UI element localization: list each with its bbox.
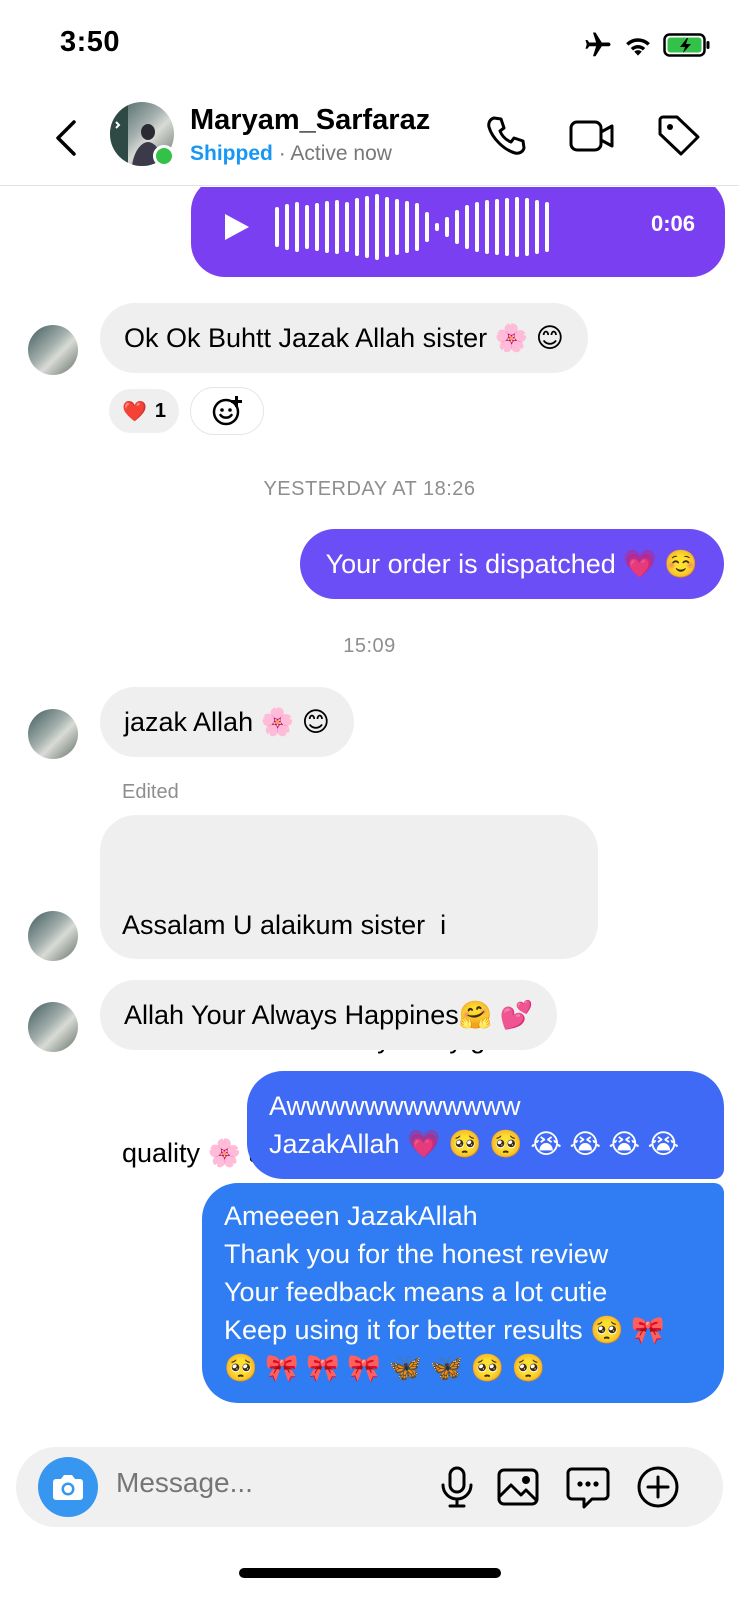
timestamp: 15:09 <box>343 635 396 657</box>
message-line: Ameeeen JazakAllah <box>224 1201 478 1231</box>
voice-message[interactable]: 0:06 <box>191 187 725 277</box>
status-bar: 3:50 <box>0 0 739 90</box>
message-line: Your feedback means a lot cutie <box>224 1277 608 1307</box>
phone-call-icon[interactable] <box>482 112 530 160</box>
battery-charging-icon <box>663 33 710 57</box>
incoming-message[interactable]: Assalam U alaikum sister i used face was… <box>100 815 598 1168</box>
message-line: Keep using it for better results 🥺 🎀 <box>224 1315 665 1345</box>
sender-avatar[interactable] <box>28 325 78 375</box>
incoming-message[interactable]: Allah Your Always Happines🤗 💕 <box>100 980 558 1050</box>
status-icons <box>583 30 711 60</box>
message-thread[interactable]: 0:06 Ok Ok Buhtt Jazak Allah sister 🌸 😊 … <box>0 187 739 1427</box>
video-call-icon[interactable] <box>568 112 616 160</box>
incoming-message[interactable]: jazak Allah 🌸 😊 <box>100 687 354 757</box>
reaction-emoji: ❤️ <box>121 400 147 423</box>
chat-header: Maryam_Sarfaraz Shipped · Active now <box>0 90 739 186</box>
presence-text: Active now <box>290 142 392 165</box>
contact-name[interactable]: Maryam_Sarfaraz <box>190 104 430 137</box>
add-reaction-icon <box>212 396 242 426</box>
status-time: 3:50 <box>60 26 121 58</box>
home-indicator[interactable] <box>239 1568 501 1578</box>
message-text: Allah Your Always Happines🤗 💕 <box>124 1000 534 1030</box>
message-input[interactable] <box>116 1467 416 1499</box>
wifi-icon <box>626 38 650 56</box>
message-line: Assalam U alaikum sister i <box>122 910 447 940</box>
outgoing-message[interactable]: Ameeeen JazakAllah Thank you for the hon… <box>202 1183 724 1403</box>
sender-avatar[interactable] <box>28 1002 78 1052</box>
add-reaction-button[interactable] <box>190 387 264 435</box>
outgoing-message[interactable]: Your order is dispatched 💗 ☺️ <box>299 529 724 599</box>
microphone-icon[interactable] <box>433 1463 481 1511</box>
camera-icon <box>53 1475 83 1500</box>
play-icon[interactable] <box>221 211 251 243</box>
message-line: 🥺 🎀 🎀 🎀 🦋 🦋 🥺 🥺 <box>224 1353 546 1383</box>
message-line: Awwwwwwwwwwww <box>269 1091 521 1121</box>
gallery-icon[interactable] <box>494 1463 542 1511</box>
message-text: Your order is dispatched 💗 ☺️ <box>325 549 698 579</box>
sender-avatar[interactable] <box>28 911 78 961</box>
message-line: Thank you for the honest review <box>224 1239 609 1269</box>
back-arrow-icon[interactable] <box>48 114 84 162</box>
reaction-count: 1 <box>154 399 167 422</box>
reaction-pill[interactable]: ❤️ 1 <box>107 387 181 435</box>
outgoing-message[interactable]: Awwwwwwwwwwww JazakAllah 💗 🥺 🥺 😭 😭 😭 😭 <box>247 1071 724 1179</box>
edited-label: Edited <box>122 781 179 803</box>
message-line: JazakAllah 💗 🥺 🥺 😭 😭 😭 😭 <box>269 1129 680 1159</box>
voice-duration: 0:06 <box>650 211 695 236</box>
tag-icon[interactable] <box>655 112 703 160</box>
timestamp: YESTERDAY AT 18:26 <box>263 478 476 500</box>
message-text: Ok Ok Buhtt Jazak Allah sister 🌸 😊 <box>124 323 564 353</box>
airplane-icon <box>585 32 611 57</box>
incoming-message[interactable]: Ok Ok Buhtt Jazak Allah sister 🌸 😊 <box>100 303 588 373</box>
sender-avatar[interactable] <box>28 709 78 759</box>
add-icon[interactable] <box>634 1463 682 1511</box>
message-composer <box>16 1447 723 1527</box>
sticker-chat-icon[interactable] <box>564 1463 612 1511</box>
online-status-dot <box>153 145 175 167</box>
contact-status: Shipped · Active now <box>190 142 392 166</box>
message-text: jazak Allah 🌸 😊 <box>124 707 330 737</box>
voice-waveform <box>275 193 549 261</box>
camera-button[interactable] <box>38 1457 98 1517</box>
shipped-label[interactable]: Shipped <box>190 142 273 165</box>
status-separator: · <box>278 142 286 165</box>
